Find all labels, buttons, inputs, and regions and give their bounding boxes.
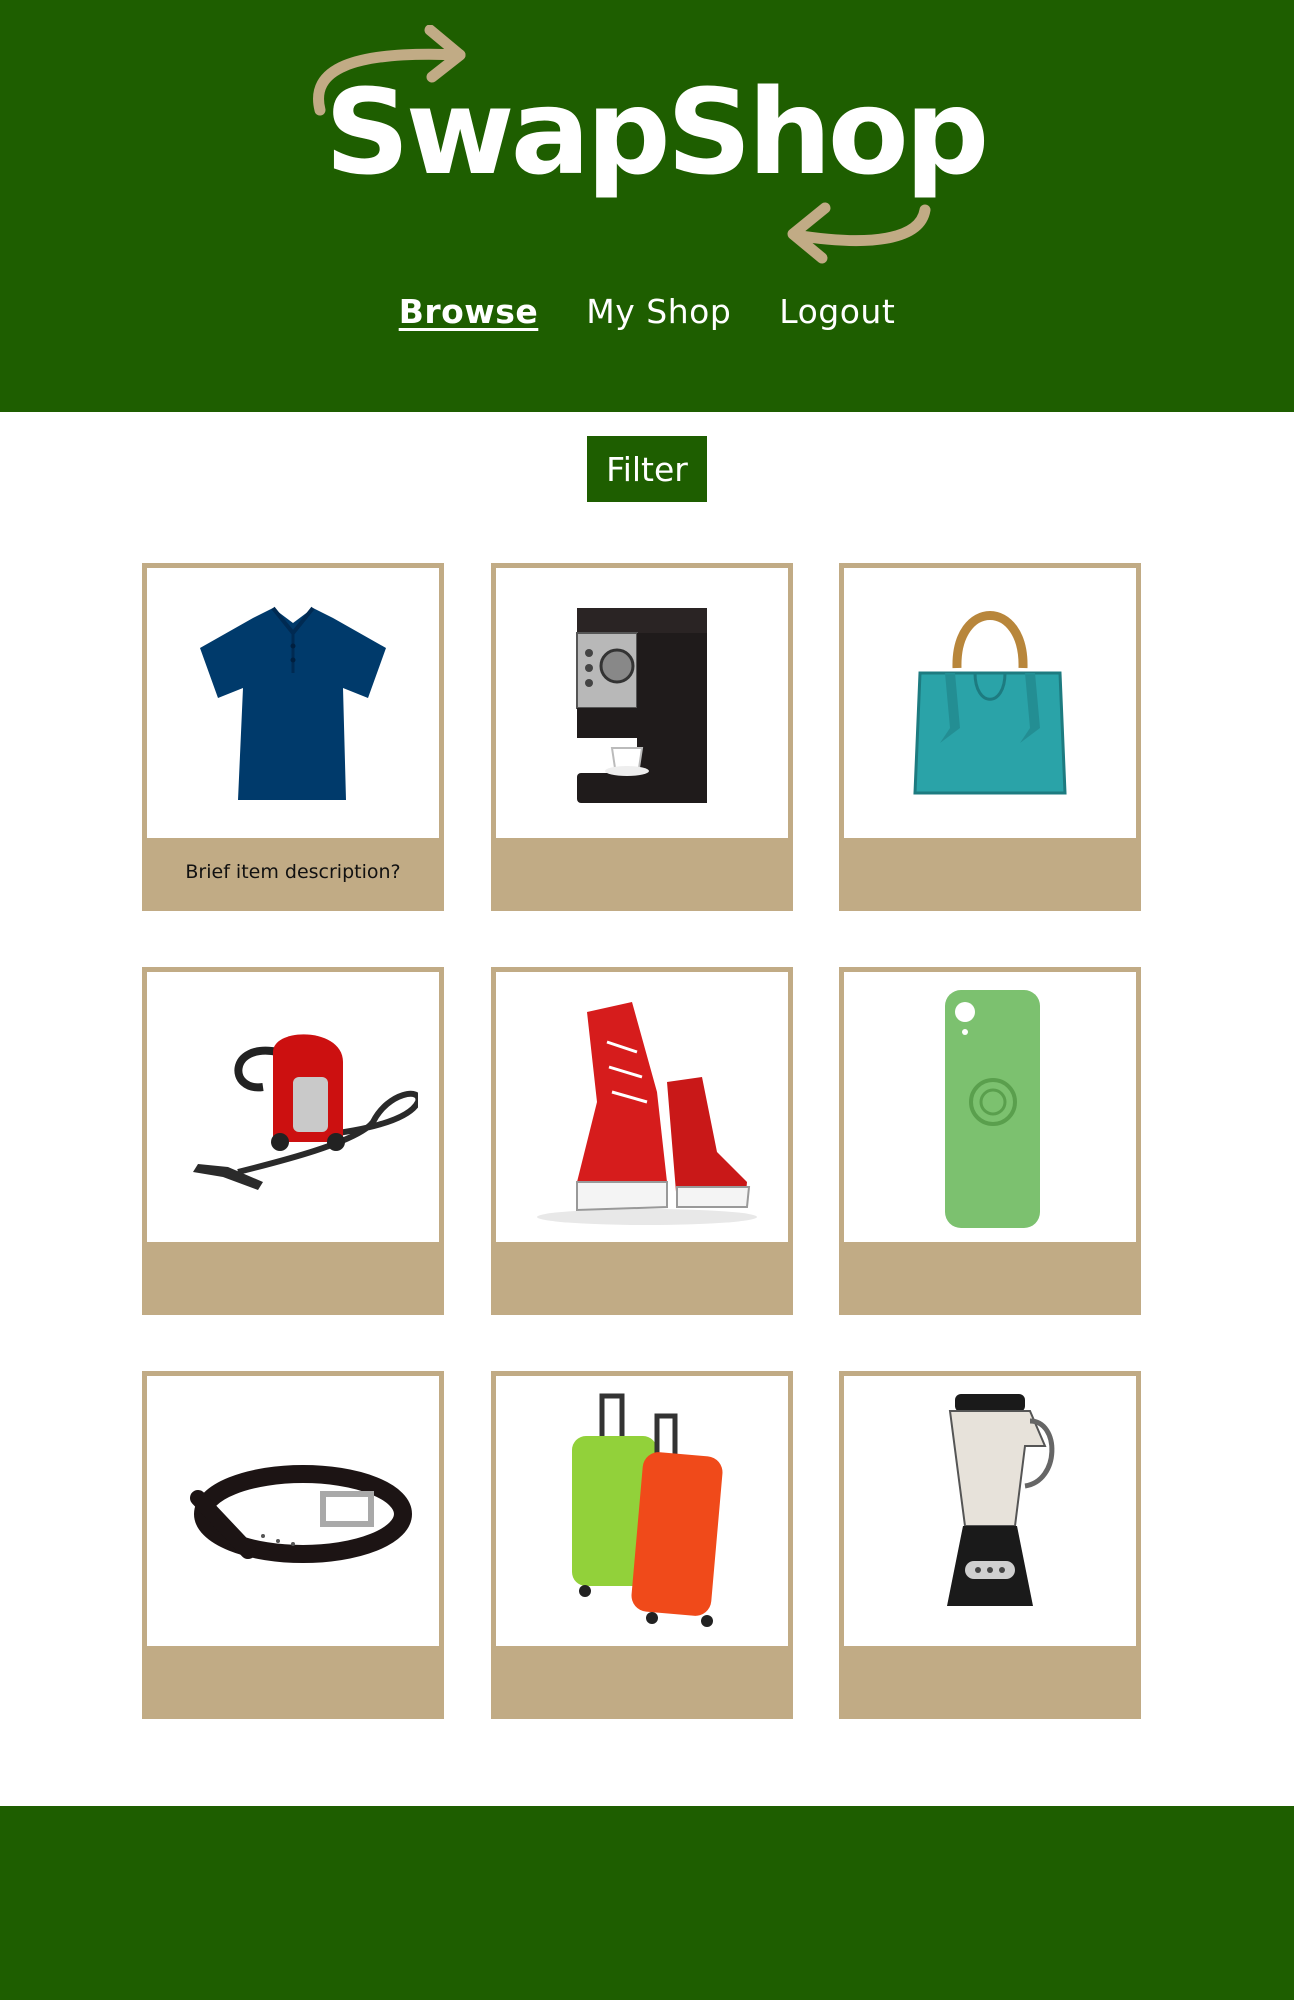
item-image <box>844 972 1136 1242</box>
vacuum-cleaner-icon <box>193 1034 418 1190</box>
item-card[interactable]: Brief item description? <box>142 563 444 911</box>
item-image <box>147 972 439 1242</box>
item-card[interactable] <box>491 563 793 911</box>
item-description <box>844 1646 1136 1714</box>
phone-case-icon <box>945 990 1040 1228</box>
item-card[interactable] <box>839 1371 1141 1719</box>
item-image <box>844 568 1136 838</box>
nav-browse[interactable]: Browse <box>399 292 539 331</box>
site-header: SwapShop Browse My Shop Logout <box>0 0 1294 412</box>
item-card[interactable] <box>839 967 1141 1315</box>
item-card[interactable] <box>491 967 793 1315</box>
svg-text:SwapShop: SwapShop <box>325 63 986 201</box>
swapshop-logo[interactable]: SwapShop <box>310 25 1000 270</box>
sneakers-icon <box>537 1002 757 1225</box>
item-description <box>147 1646 439 1714</box>
handbag-icon <box>913 611 1067 795</box>
blender-icon <box>947 1394 1055 1606</box>
suitcases-icon <box>572 1393 723 1627</box>
polo-shirt-icon <box>200 606 386 800</box>
item-image <box>844 1376 1136 1646</box>
item-card[interactable] <box>491 1371 793 1719</box>
nav-logout[interactable]: Logout <box>779 292 895 331</box>
item-description <box>496 1242 788 1310</box>
item-description <box>844 838 1136 906</box>
item-description <box>496 838 788 906</box>
item-card[interactable] <box>839 563 1141 911</box>
main-nav: Browse My Shop Logout <box>0 292 1294 331</box>
item-description: Brief item description? <box>185 861 401 883</box>
nav-my-shop[interactable]: My Shop <box>586 292 731 331</box>
filter-button[interactable]: Filter <box>587 436 707 502</box>
item-image <box>496 972 788 1242</box>
item-image <box>496 1376 788 1646</box>
espresso-machine-icon <box>576 608 707 803</box>
item-description <box>147 1242 439 1310</box>
item-image <box>147 568 439 838</box>
item-description <box>496 1646 788 1714</box>
item-card[interactable] <box>142 967 444 1315</box>
belt-icon <box>190 1465 412 1563</box>
item-description <box>844 1242 1136 1310</box>
item-image <box>147 1376 439 1646</box>
site-footer <box>0 1806 1294 2000</box>
item-image <box>496 568 788 838</box>
item-card[interactable] <box>142 1371 444 1719</box>
